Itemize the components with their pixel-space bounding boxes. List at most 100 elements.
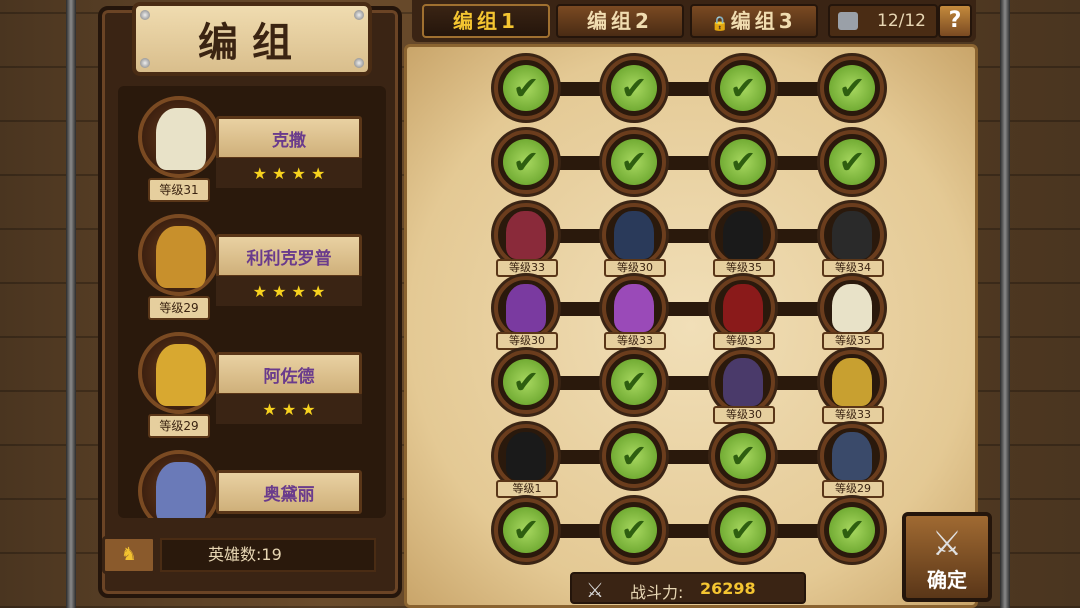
- checkmark-icon: ✔: [503, 65, 549, 111]
- unit-slot[interactable]: 等级30: [494, 276, 558, 350]
- checkmark-icon: ✔: [829, 507, 875, 553]
- unit-slot[interactable]: 等级33: [711, 276, 775, 350]
- page-title: 编组: [132, 2, 372, 76]
- empty-slot[interactable]: ✔: [711, 130, 775, 194]
- empty-slot[interactable]: ✔: [711, 498, 775, 562]
- empty-slot[interactable]: ✔: [494, 498, 558, 562]
- unit-slot[interactable]: 等级35: [711, 203, 775, 277]
- confirm-button[interactable]: ⚔ 确定: [902, 512, 992, 602]
- empty-slot[interactable]: ✔: [602, 350, 666, 414]
- rivet: [354, 58, 364, 68]
- checkmark-icon: ✔: [611, 139, 657, 185]
- hero-list[interactable]: 克撒 ★ ★ ★ ★ 等级31 利利克罗普 ★ ★ ★ ★ 等级29 阿佐德 ★ ★ ★ 等级2…: [118, 86, 386, 518]
- help-button[interactable]: ?: [938, 4, 972, 38]
- hero-stars: ★ ★ ★ ★: [216, 276, 362, 306]
- checkmark-icon: ✔: [611, 65, 657, 111]
- empty-slot[interactable]: ✔: [494, 350, 558, 414]
- checkmark-icon: ✔: [611, 359, 657, 405]
- hero-count: 英雄数:19: [160, 538, 376, 572]
- unit-figure: [723, 358, 763, 406]
- grid-row-connector: [526, 229, 856, 243]
- unit-figure: [832, 211, 872, 259]
- tab-label: 编组2: [587, 9, 653, 33]
- unit-slot[interactable]: 等级1: [494, 424, 558, 498]
- combat-power-value: 26298: [700, 579, 756, 598]
- combat-power-label: 战斗力:: [630, 583, 684, 602]
- unit-figure: [614, 284, 654, 332]
- empty-slot[interactable]: ✔: [820, 130, 884, 194]
- unit-figure: [723, 211, 763, 259]
- unit-slot[interactable]: 等级30: [602, 203, 666, 277]
- tab-formation-1[interactable]: 编组1: [422, 4, 550, 38]
- unit-slot[interactable]: 等级35: [820, 276, 884, 350]
- hero-card[interactable]: 克撒 ★ ★ ★ ★ 等级31: [118, 86, 386, 204]
- hero-name: 克撒: [216, 116, 362, 160]
- tab-formation-2[interactable]: 编组2: [556, 4, 684, 38]
- empty-slot[interactable]: ✔: [602, 130, 666, 194]
- confirm-label: 确定: [927, 568, 967, 592]
- checkmark-icon: ✔: [829, 65, 875, 111]
- hero-stars: ★ ★ ★ ★: [216, 158, 362, 188]
- unit-level: 等级34: [822, 259, 884, 277]
- crossed-swords-icon: ⚔: [931, 524, 963, 564]
- hero-level: 等级31: [148, 178, 210, 202]
- hero-portrait: [138, 214, 220, 296]
- hero-figure: [156, 226, 206, 288]
- unit-slot[interactable]: 等级33: [820, 350, 884, 424]
- unit-level: 等级35: [822, 332, 884, 350]
- unit-slot[interactable]: 等级33: [494, 203, 558, 277]
- unit-figure: [506, 211, 546, 259]
- hero-name: 利利克罗普: [216, 234, 362, 278]
- crossed-swords-icon: ⚔: [586, 578, 604, 602]
- left-rail: [66, 0, 76, 608]
- hero-card[interactable]: 阿佐德 ★ ★ ★ 等级29: [118, 322, 386, 440]
- unit-figure: [832, 358, 872, 406]
- helmet-stack-icon: [838, 12, 858, 30]
- hero-portrait: [138, 450, 220, 518]
- rivet: [140, 58, 150, 68]
- tab-formation-3[interactable]: 🔒 编组3: [690, 4, 818, 38]
- unit-level: 等级30: [713, 406, 775, 424]
- hero-count-bar: ♞ 英雄数:19: [102, 536, 378, 574]
- hero-card[interactable]: 利利克罗普 ★ ★ ★ ★ 等级29: [118, 204, 386, 322]
- hero-portrait: [138, 96, 220, 178]
- unit-level: 等级33: [822, 406, 884, 424]
- checkmark-icon: ✔: [720, 139, 766, 185]
- empty-slot[interactable]: ✔: [820, 498, 884, 562]
- empty-slot[interactable]: ✔: [711, 56, 775, 120]
- hero-level: 等级29: [148, 414, 210, 438]
- tab-label: 编组1: [453, 9, 519, 33]
- empty-slot[interactable]: ✔: [602, 498, 666, 562]
- empty-slot[interactable]: ✔: [711, 424, 775, 488]
- unit-slot[interactable]: 等级29: [820, 424, 884, 498]
- checkmark-icon: ✔: [611, 433, 657, 479]
- unit-level: 等级33: [713, 332, 775, 350]
- grid-row-connector: [526, 156, 856, 170]
- unit-level: 等级1: [496, 480, 558, 498]
- empty-slot[interactable]: ✔: [494, 56, 558, 120]
- grid-row-connector: [526, 302, 856, 316]
- hero-card[interactable]: 奥黛丽: [118, 440, 386, 518]
- checkmark-icon: ✔: [720, 65, 766, 111]
- unit-figure: [832, 284, 872, 332]
- grid-row-connector: [526, 82, 856, 96]
- unit-slot[interactable]: 等级34: [820, 203, 884, 277]
- empty-slot[interactable]: ✔: [494, 130, 558, 194]
- empty-slot[interactable]: ✔: [820, 56, 884, 120]
- checkmark-icon: ✔: [503, 359, 549, 405]
- empty-slot[interactable]: ✔: [602, 56, 666, 120]
- hero-stars: ★ ★ ★: [216, 394, 362, 424]
- checkmark-icon: ✔: [503, 139, 549, 185]
- unit-figure: [506, 284, 546, 332]
- unit-slot[interactable]: 等级33: [602, 276, 666, 350]
- hero-name: 阿佐德: [216, 352, 362, 396]
- unit-slot[interactable]: 等级30: [711, 350, 775, 424]
- hero-figure: [156, 344, 206, 406]
- hero-figure: [156, 462, 206, 518]
- unit-level: 等级30: [604, 259, 666, 277]
- rivet: [354, 10, 364, 20]
- unit-level: 等级33: [496, 259, 558, 277]
- checkmark-icon: ✔: [611, 507, 657, 553]
- unit-figure: [832, 432, 872, 480]
- empty-slot[interactable]: ✔: [602, 424, 666, 488]
